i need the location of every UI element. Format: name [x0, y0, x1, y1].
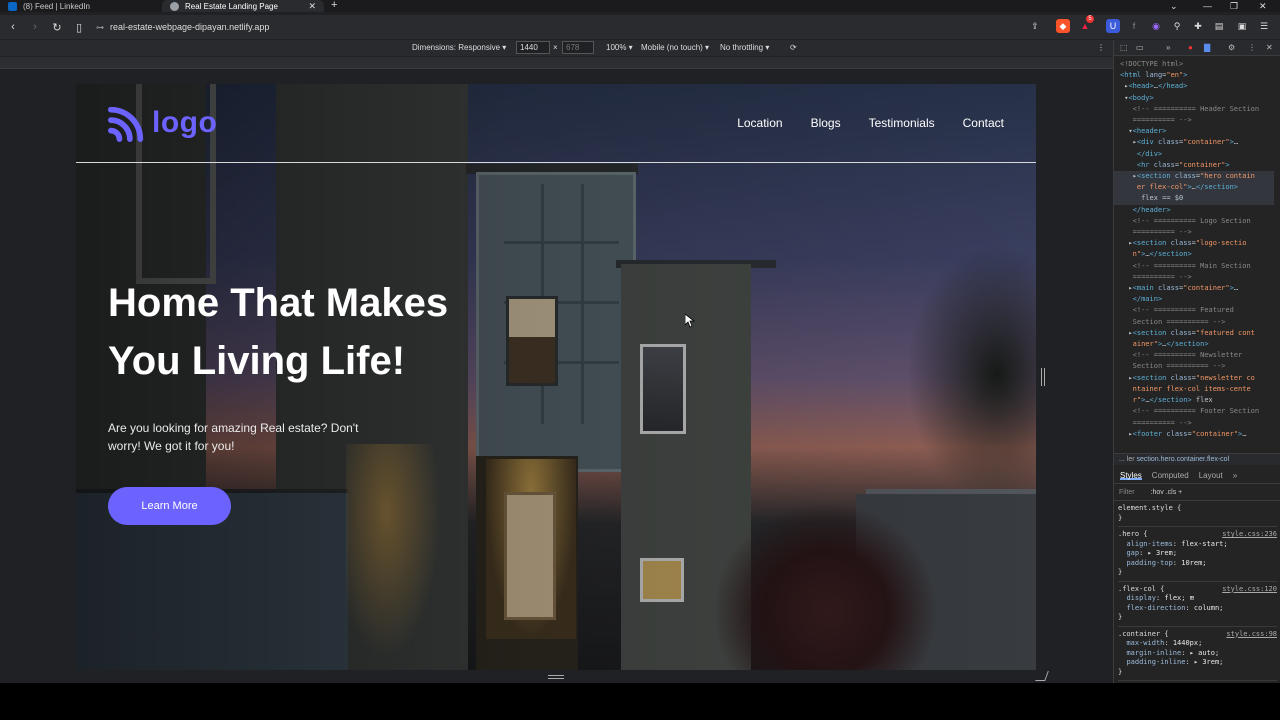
new-tab-button[interactable]: + — [331, 0, 337, 11]
learn-more-button[interactable]: Learn More — [108, 487, 231, 525]
styles-pane[interactable]: element.style { } .hero { style.css:236 a… — [1114, 502, 1280, 683]
page-viewport: logo Location Blogs Testimonials Contact… — [76, 84, 1036, 670]
throttle-select[interactable]: No throttling ▾ — [720, 43, 769, 52]
globe-icon — [170, 1, 179, 11]
filter-input[interactable]: Filter — [1119, 489, 1135, 498]
tab-real-estate[interactable]: Real Estate Landing Page ✕ — [162, 0, 324, 12]
address-bar: ‹ › ↻ ▯ ⊶ real-estate-webpage-dipayan.ne… — [0, 15, 1280, 39]
hero-title: Home That Makes You Living Life! — [108, 281, 449, 383]
logo-waves-icon — [108, 106, 144, 142]
bookmark-icon[interactable]: ▯ — [68, 21, 90, 34]
menu-icon[interactable]: ☰ — [1257, 19, 1271, 33]
width-input[interactable]: 1440 — [516, 41, 550, 54]
logo-text: logo — [152, 106, 218, 139]
sidebar-icon[interactable]: ▤ — [1212, 19, 1226, 33]
reload-icon[interactable]: ↻ — [46, 21, 68, 34]
dimension-separator: × — [553, 43, 558, 52]
tab-linkedin[interactable]: (8) Feed | LinkedIn — [0, 0, 158, 12]
header-divider — [76, 162, 1036, 163]
brave-shield-icon[interactable]: ◆ — [1056, 19, 1070, 33]
inspect-icon[interactable]: ⬚ — [1120, 43, 1128, 52]
hero-subtitle: Are you looking for amazing Real estate?… — [108, 421, 359, 453]
bitwarden-icon[interactable]: U — [1106, 19, 1120, 33]
height-input[interactable]: 678 — [562, 41, 594, 54]
share-icon[interactable]: ⇪ — [1028, 19, 1042, 33]
url-text: real-estate-webpage-dipayan.netlify.app — [110, 22, 270, 32]
nav-contact[interactable]: Contact — [963, 116, 1004, 130]
minimize-icon[interactable]: — — [1203, 0, 1212, 12]
extension-badge: 5 — [1086, 15, 1094, 23]
zoom-select[interactable]: 100% ▾ — [606, 43, 633, 52]
mouse-cursor-icon — [685, 314, 695, 328]
devtools-panel: ⬚ ▭ » ● ▇ ⚙ ⋮ ✕ <!DOCTYPE html> <html la… — [1113, 40, 1280, 683]
settings-gear-icon[interactable]: ⚙ — [1228, 43, 1235, 52]
maximize-icon[interactable]: ❐ — [1230, 0, 1238, 12]
devtools-menu-icon[interactable]: ⋮ — [1248, 43, 1256, 52]
devtools-breadcrumb[interactable]: ... ler section.hero.container.flex-col — [1114, 453, 1280, 465]
device-toggle-icon[interactable]: ▭ — [1136, 43, 1144, 52]
color-extension-icon[interactable]: ◉ — [1149, 19, 1163, 33]
more-tabs-icon[interactable]: » — [1166, 43, 1170, 52]
device-toolbar: Dimensions: Responsive ▾ 1440 × 678 100%… — [0, 40, 1113, 56]
tab-computed[interactable]: Computed — [1152, 471, 1189, 480]
tab-search-icon[interactable]: ⌄ — [1170, 0, 1178, 12]
screen-bottom-bar — [0, 683, 1280, 720]
breadcrumb-overflow: ... ler — [1119, 456, 1135, 463]
nav-testimonials[interactable]: Testimonials — [869, 116, 935, 130]
filter-tools[interactable]: :hov .cls + — [1151, 489, 1183, 498]
puzzle-icon[interactable]: ✚ — [1191, 19, 1205, 33]
media-query-ruler[interactable] — [0, 57, 1113, 69]
bottom-resize-handle[interactable] — [548, 675, 564, 679]
styles-filter: Filter :hov .cls + — [1114, 487, 1280, 501]
touch-select[interactable]: Mobile (no touch) ▾ — [641, 43, 709, 52]
site-logo[interactable]: logo — [108, 104, 217, 142]
elements-tree[interactable]: <!DOCTYPE html> <html lang="en"> ▸<head>… — [1114, 56, 1280, 443]
issues-icon[interactable]: ▇ — [1204, 43, 1210, 52]
styles-tabs: Styles Computed Layout » — [1114, 468, 1280, 484]
rotate-icon[interactable]: ⟳ — [790, 43, 797, 52]
url-field[interactable]: ⊶ real-estate-webpage-dipayan.netlify.ap… — [96, 17, 1016, 37]
close-tab-icon[interactable]: ✕ — [308, 1, 316, 12]
error-icon[interactable]: ● — [1188, 43, 1193, 52]
back-icon[interactable]: ‹ — [2, 21, 24, 33]
tab-title: (8) Feed | LinkedIn — [23, 1, 91, 11]
nav-location[interactable]: Location — [737, 116, 782, 130]
nav-blogs[interactable]: Blogs — [811, 116, 841, 130]
right-resize-handle[interactable] — [1041, 368, 1045, 386]
site-info-icon[interactable]: ⊶ — [96, 23, 104, 32]
font-extension-icon[interactable]: f — [1127, 19, 1141, 33]
breadcrumb-current: section.hero.container.flex-col — [1136, 456, 1230, 463]
extension-icon[interactable]: ⚲ — [1170, 19, 1184, 33]
site-nav: Location Blogs Testimonials Contact — [737, 116, 1004, 130]
tab-styles[interactable]: Styles — [1120, 471, 1142, 480]
devtools-close-icon[interactable]: ✕ — [1266, 43, 1273, 52]
browser-window: (8) Feed | LinkedIn Real Estate Landing … — [0, 0, 1280, 720]
tab-layout[interactable]: Layout — [1199, 471, 1223, 480]
tab-more[interactable]: » — [1233, 471, 1237, 480]
close-window-icon[interactable]: ✕ — [1259, 0, 1267, 12]
tab-strip: (8) Feed | LinkedIn Real Estate Landing … — [0, 0, 1280, 12]
tab-title: Real Estate Landing Page — [185, 1, 278, 11]
more-options-icon[interactable]: ⋮ — [1097, 43, 1105, 52]
dimensions-select[interactable]: Dimensions: Responsive ▾ — [412, 43, 506, 52]
corner-resize-handle[interactable] — [1035, 671, 1049, 681]
wallet-icon[interactable]: ▣ — [1235, 19, 1249, 33]
forward-icon[interactable]: › — [24, 21, 46, 33]
linkedin-icon — [8, 1, 17, 11]
devtools-toolbar: ⬚ ▭ » ● ▇ ⚙ ⋮ ✕ — [1114, 40, 1280, 56]
